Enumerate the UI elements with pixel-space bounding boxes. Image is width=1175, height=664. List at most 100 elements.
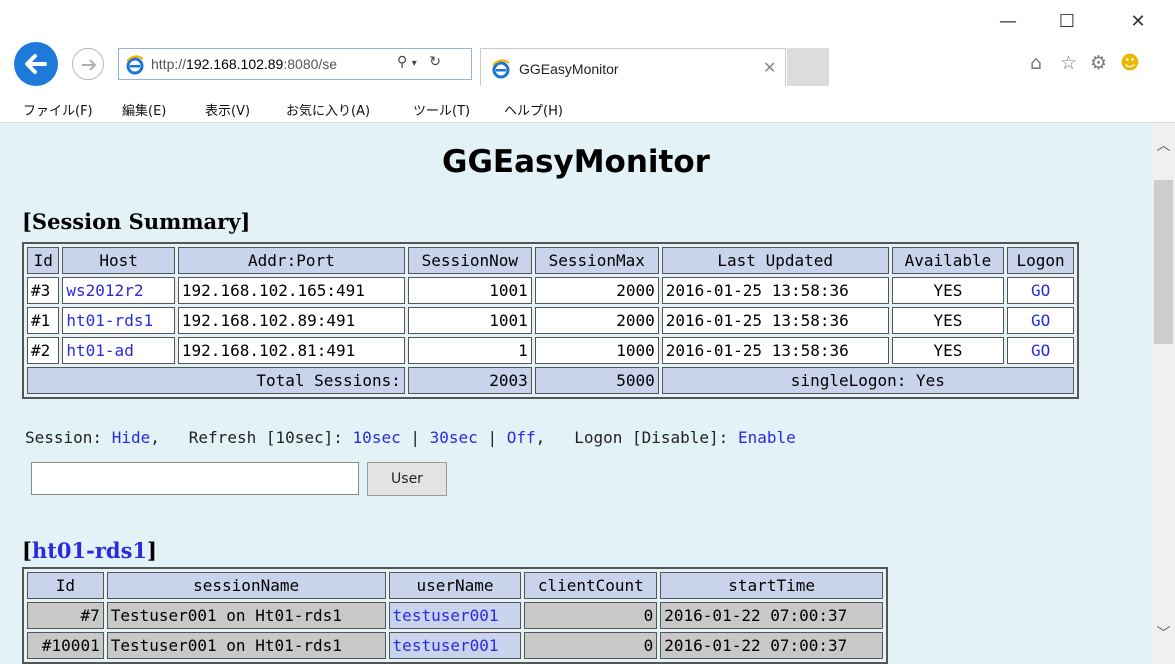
col-addr-port: Addr:Port xyxy=(177,247,405,274)
minimize-button[interactable]: — xyxy=(988,8,1028,36)
refresh-off-link[interactable]: Off xyxy=(507,428,536,447)
host-sessions-table: Id sessionName userName clientCount star… xyxy=(22,567,888,664)
bracket-open: [ xyxy=(22,538,32,563)
scrollbar-thumb[interactable] xyxy=(1154,180,1173,344)
menu-bar: ファイル(F) 編集(E) 表示(V) お気に入り(A) ツール(T) ヘルプ(… xyxy=(0,96,1175,123)
cell-host: ht01-rds1 xyxy=(62,307,175,334)
col-user-name: userName xyxy=(388,572,522,599)
cell-session-name: Testuser001 on Ht01-rds1 xyxy=(106,602,386,629)
menu-tools[interactable]: ツール(T) xyxy=(413,100,470,119)
home-icon[interactable]: ⌂ xyxy=(1030,52,1042,74)
cell-host: ws2012r2 xyxy=(62,277,175,304)
user-link[interactable]: testuser001 xyxy=(393,606,499,625)
ie-tab-icon xyxy=(492,59,510,79)
back-button[interactable] xyxy=(14,42,58,86)
cell-id: #3 xyxy=(27,277,60,304)
separator: | xyxy=(410,428,420,447)
cell-user-name: testuser001 xyxy=(388,602,522,629)
session-hide-link[interactable]: Hide xyxy=(112,428,151,447)
logon-go-link[interactable]: GO xyxy=(1031,281,1050,300)
logon-enable-link[interactable]: Enable xyxy=(738,428,796,447)
summary-header-row: Id Host Addr:Port SessionNow SessionMax … xyxy=(27,247,1074,274)
logon-go-link[interactable]: GO xyxy=(1031,341,1050,360)
cell-session-name: Testuser001 on Ht01-rds1 xyxy=(106,632,386,659)
page-title: GGEasyMonitor xyxy=(442,144,710,180)
browser-chrome: — ☐ ✕ http://192.168.102.89:8080/se ⚲ ▾ … xyxy=(0,0,1175,123)
col-start-time: startTime xyxy=(660,572,883,599)
cell-start-time: 2016-01-22 07:00:37 xyxy=(660,632,883,659)
forward-button[interactable] xyxy=(72,48,104,80)
host-link[interactable]: ht01-rds1 xyxy=(66,311,153,330)
table-row: #3 ws2012r2 192.168.102.165:491 1001 200… xyxy=(27,277,1074,304)
refresh-label: Refresh [10sec]: xyxy=(188,428,343,447)
cell-id: #1 xyxy=(27,307,60,334)
host-heading-link[interactable]: ht01-rds1 xyxy=(32,538,147,563)
page-content: GGEasyMonitor [Session Summary] Id Host … xyxy=(0,123,1152,664)
logon-go-link[interactable]: GO xyxy=(1031,311,1050,330)
host-link[interactable]: ws2012r2 xyxy=(66,281,143,300)
session-label: Session: xyxy=(25,428,103,447)
menu-view[interactable]: 表示(V) xyxy=(205,100,250,119)
url-host: 192.168.102.89 xyxy=(186,56,284,72)
scroll-down-chevron-icon[interactable]: ﹀ xyxy=(1152,623,1175,643)
scroll-up-chevron-icon[interactable]: ︿ xyxy=(1152,135,1175,155)
vertical-scrollbar[interactable]: ︿ ﹀ xyxy=(1152,123,1175,664)
maximize-button[interactable]: ☐ xyxy=(1047,8,1087,36)
search-icon[interactable]: ⚲ xyxy=(397,54,407,70)
menu-edit[interactable]: 編集(E) xyxy=(122,100,166,119)
dropdown-arrow-icon[interactable]: ▾ xyxy=(412,58,417,69)
menu-favorites[interactable]: お気に入り(A) xyxy=(286,100,370,119)
table-row: #2 ht01-ad 192.168.102.81:491 1 1000 201… xyxy=(27,337,1074,364)
smiley-feedback-icon[interactable]: ☻ xyxy=(1120,52,1140,74)
sessions-header-row: Id sessionName userName clientCount star… xyxy=(27,572,883,599)
total-row: Total Sessions: 2003 5000 singleLogon: Y… xyxy=(27,367,1074,394)
separator: , xyxy=(535,428,546,447)
cell-client-count: 0 xyxy=(524,602,658,629)
cell-logon: GO xyxy=(1007,337,1074,364)
col-logon: Logon xyxy=(1007,247,1074,274)
user-input[interactable] xyxy=(31,462,359,495)
bracket-close: ] xyxy=(147,538,157,563)
cell-client-count: 0 xyxy=(524,632,658,659)
browser-tab[interactable]: GGEasyMonitor ✕ xyxy=(480,48,786,86)
total-session-max: 5000 xyxy=(534,367,659,394)
user-button[interactable]: User xyxy=(367,462,447,496)
refresh-icon[interactable]: ↻ xyxy=(429,54,441,70)
cell-id: #10001 xyxy=(27,632,104,659)
cell-last-updated: 2016-01-25 13:58:36 xyxy=(661,277,889,304)
col-id: Id xyxy=(27,572,104,599)
address-bar[interactable]: http://192.168.102.89:8080/se ⚲ ▾ ↻ xyxy=(118,48,472,80)
tab-close-icon[interactable]: ✕ xyxy=(763,58,776,77)
menu-file[interactable]: ファイル(F) xyxy=(23,100,93,119)
options-line: Session: Hide, Refresh [10sec]: 10sec | … xyxy=(25,428,796,447)
separator: , xyxy=(150,428,160,447)
cell-available: YES xyxy=(891,277,1005,304)
host-link[interactable]: ht01-ad xyxy=(66,341,133,360)
cell-logon: GO xyxy=(1007,277,1074,304)
refresh-10sec-link[interactable]: 10sec xyxy=(353,428,401,447)
cell-logon: GO xyxy=(1007,307,1074,334)
table-row: #7 Testuser001 on Ht01-rds1 testuser001 … xyxy=(27,602,883,629)
menu-help[interactable]: ヘルプ(H) xyxy=(504,100,563,119)
settings-gear-icon[interactable]: ⚙ xyxy=(1090,52,1107,74)
url-rest: :8080/se xyxy=(283,56,338,72)
new-tab-button[interactable] xyxy=(787,48,829,86)
cell-session-max: 1000 xyxy=(534,337,659,364)
url-text[interactable]: http://192.168.102.89:8080/se xyxy=(151,56,391,72)
url-prefix: http:// xyxy=(151,56,187,72)
cell-id: #2 xyxy=(27,337,60,364)
cell-user-name: testuser001 xyxy=(388,632,522,659)
cell-addr: 192.168.102.81:491 xyxy=(177,337,405,364)
col-session-max: SessionMax xyxy=(534,247,659,274)
favorites-star-icon[interactable]: ☆ xyxy=(1060,52,1077,74)
user-link[interactable]: testuser001 xyxy=(393,636,499,655)
col-session-now: SessionNow xyxy=(407,247,532,274)
logon-label: Logon [Disable]: xyxy=(574,428,729,447)
refresh-30sec-link[interactable]: 30sec xyxy=(430,428,478,447)
host-heading: [ht01-rds1] xyxy=(22,538,157,563)
close-window-button[interactable]: ✕ xyxy=(1118,8,1158,36)
col-last-updated: Last Updated xyxy=(661,247,889,274)
back-arrow-icon xyxy=(25,54,47,74)
address-tools: ⚲ ▾ ↻ xyxy=(397,54,441,70)
cell-id: #7 xyxy=(27,602,104,629)
